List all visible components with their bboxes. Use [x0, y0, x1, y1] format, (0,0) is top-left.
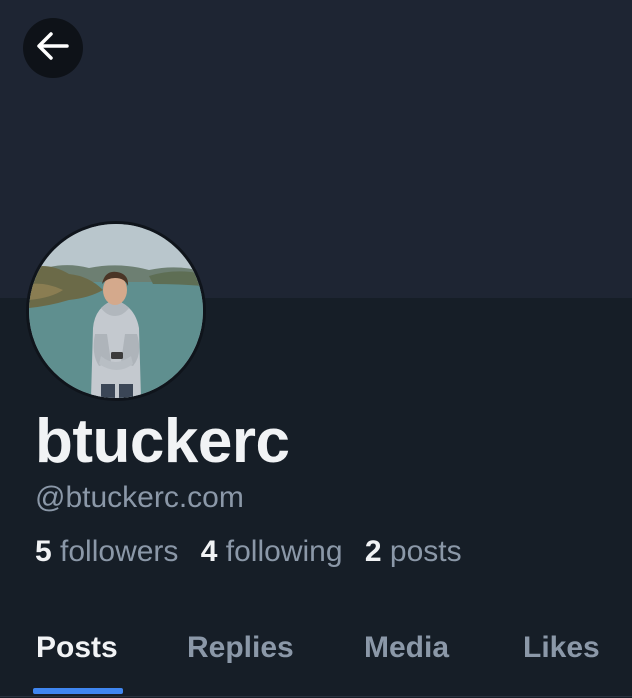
- followers-stat[interactable]: 5 followers: [35, 535, 178, 568]
- arrow-left-icon: [36, 31, 70, 66]
- following-count: 4: [200, 535, 218, 568]
- profile-stats: 5 followers 4 following 2 posts: [35, 532, 476, 572]
- tab-posts[interactable]: Posts: [36, 628, 118, 668]
- posts-count: 2: [364, 535, 382, 568]
- avatar[interactable]: [26, 221, 206, 401]
- profile-handle: @btuckerc.com: [35, 481, 244, 514]
- tab-replies[interactable]: Replies: [187, 628, 294, 668]
- following-label: following: [225, 535, 343, 568]
- profile-page: btuckerc @btuckerc.com 5 followers 4 fol…: [0, 0, 632, 698]
- posts-label: posts: [389, 535, 462, 568]
- tab-likes[interactable]: Likes: [523, 628, 600, 668]
- profile-tabs: Posts Replies Media Likes: [0, 612, 632, 697]
- active-tab-indicator: [33, 688, 123, 694]
- display-name: btuckerc: [35, 407, 290, 476]
- following-stat[interactable]: 4 following: [201, 535, 343, 568]
- followers-count: 5: [35, 535, 52, 568]
- avatar-photo: [29, 224, 203, 398]
- tab-media[interactable]: Media: [364, 628, 449, 668]
- followers-label: followers: [60, 535, 179, 568]
- back-button[interactable]: [23, 18, 83, 78]
- posts-stat: 2 posts: [365, 535, 462, 568]
